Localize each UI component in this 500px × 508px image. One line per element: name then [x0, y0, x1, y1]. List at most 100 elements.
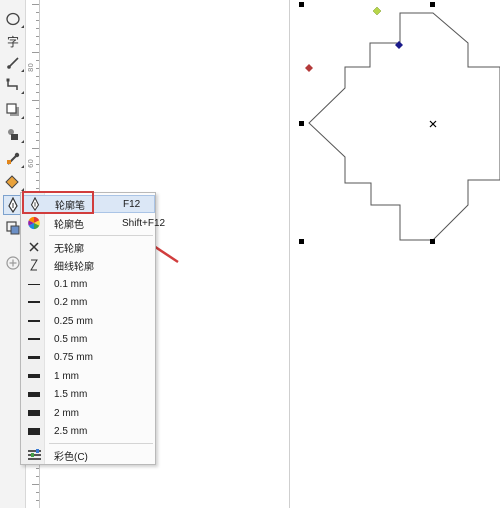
annotation-highlight-box — [22, 191, 94, 214]
ruler-tick — [36, 468, 39, 469]
menu-item-label: 0.2 mm — [54, 296, 88, 308]
text-tool[interactable]: 字 — [3, 31, 23, 51]
menu-item-label: 0.1 mm — [54, 278, 88, 290]
fill-icon — [5, 175, 19, 189]
node-handle[interactable] — [395, 41, 403, 49]
line-weight-icon — [28, 355, 40, 359]
ruler-tick — [36, 108, 39, 109]
ruler-tick — [36, 12, 39, 13]
menu-item-hairline-outline[interactable]: 细线轮廓 — [22, 256, 155, 274]
ruler-tick — [36, 164, 39, 165]
shadow-tool[interactable] — [3, 100, 24, 120]
eyedropper-tool[interactable] — [3, 149, 24, 169]
outline-flyout-menu: 轮廓笔 F12 轮廓色 Shift+F12 无轮廓 细线轮廓 0.1 mm 0.… — [20, 192, 165, 465]
line-weight-icon — [28, 337, 40, 341]
color-wheel-icon — [28, 216, 40, 230]
text-icon: 字 — [6, 34, 19, 49]
pen-nib-icon — [8, 197, 18, 213]
menu-item-label: 彩色(C) — [54, 451, 88, 463]
ruler-tick — [36, 76, 39, 77]
rotate-handle-green[interactable] — [372, 6, 382, 16]
menu-item-label: 0.25 mm — [54, 315, 93, 327]
ruler-tick — [36, 84, 39, 85]
menu-item-no-outline[interactable]: 无轮廓 — [22, 238, 155, 256]
ruler-tick — [36, 68, 39, 69]
ruler-tick — [32, 484, 39, 485]
ruler-tick — [36, 20, 39, 21]
color-bars-icon — [27, 449, 41, 460]
menu-item-weight-1mm[interactable]: 1 mm — [22, 367, 155, 385]
line-weight-icon — [28, 283, 40, 285]
ruler-tick — [36, 124, 39, 125]
menu-item-label: 细线轮廓 — [54, 261, 94, 273]
selected-shape[interactable] — [308, 12, 500, 241]
menu-item-weight-0-1mm[interactable]: 0.1 mm — [22, 275, 155, 293]
menu-item-label: 0.5 mm — [54, 333, 88, 345]
ellipse-icon — [6, 12, 20, 26]
line-weight-icon — [28, 427, 40, 435]
ruler-tick — [32, 148, 39, 149]
selection-handle-top-center[interactable] — [430, 2, 435, 7]
ruler-label: 60 — [27, 159, 35, 168]
menu-item-label: 2 mm — [54, 407, 79, 419]
line-weight-icon — [28, 374, 40, 378]
ruler-tick — [36, 92, 39, 93]
ruler-tick — [32, 100, 39, 101]
ruler-tick — [36, 116, 39, 117]
rotate-handle-red[interactable] — [305, 64, 313, 72]
selection-handle-bottom-left[interactable] — [299, 239, 304, 244]
line-weight-icon — [28, 301, 40, 303]
menu-item-label: 轮廓色 — [54, 219, 84, 231]
menu-item-weight-2mm[interactable]: 2 mm — [22, 404, 155, 422]
menu-item-label: 0.75 mm — [54, 351, 93, 363]
ruler-tick — [36, 156, 39, 157]
ruler-tick — [36, 180, 39, 181]
selection-handle-bottom-center[interactable] — [430, 239, 435, 244]
line-weight-icon — [28, 391, 40, 397]
hairline-icon — [30, 259, 38, 271]
menu-item-shortcut: Shift+F12 — [122, 217, 166, 229]
menu-separator — [49, 443, 153, 444]
menu-item-label: 2.5 mm — [54, 425, 88, 437]
interactive-fill-tool[interactable] — [3, 172, 24, 192]
menu-item-weight-0-25mm[interactable]: 0.25 mm — [22, 312, 155, 330]
ruler-tick — [36, 140, 39, 141]
menu-item-shortcut: F12 — [123, 198, 141, 210]
plus-circle-icon — [6, 256, 20, 270]
ruler-tick — [36, 60, 39, 61]
center-marker — [429, 120, 437, 128]
ruler-tick — [36, 500, 39, 501]
ellipse-tool[interactable] — [3, 9, 24, 29]
dimension-icon — [7, 57, 19, 69]
line-weight-icon — [28, 410, 40, 416]
connector-tool[interactable] — [3, 75, 24, 95]
ruler-label: 80 — [27, 63, 35, 72]
ruler-tick — [36, 172, 39, 173]
menu-item-weight-0-5mm[interactable]: 0.5 mm — [22, 330, 155, 348]
menu-item-outline-color[interactable]: 轮廓色 Shift+F12 — [22, 214, 165, 232]
ruler-tick — [36, 36, 39, 37]
ruler-tick — [36, 188, 39, 189]
menu-item-weight-1-5mm[interactable]: 1.5 mm — [22, 385, 155, 403]
connector-icon — [6, 78, 18, 90]
dimension-tool[interactable] — [3, 53, 24, 73]
shadow-icon — [6, 103, 19, 116]
menu-item-weight-0-2mm[interactable]: 0.2 mm — [22, 293, 155, 311]
ruler-tick — [36, 44, 39, 45]
menu-item-weight-0-75mm[interactable]: 0.75 mm — [22, 348, 155, 366]
eyedropper-icon — [7, 152, 20, 165]
ruler-tick — [36, 28, 39, 29]
ruler-tick — [36, 476, 39, 477]
ruler-tick — [36, 132, 39, 133]
x-icon — [29, 242, 39, 252]
menu-item-color[interactable]: 彩色(C) — [22, 446, 155, 464]
menu-item-weight-2-5mm[interactable]: 2.5 mm — [22, 422, 155, 440]
selection-handle-middle-left[interactable] — [299, 121, 304, 126]
transparency-tool[interactable] — [3, 124, 24, 144]
line-weight-icon — [28, 320, 40, 322]
ruler-tick — [32, 52, 39, 53]
selection-handle-top-left[interactable] — [299, 2, 304, 7]
ruler-tick — [36, 492, 39, 493]
ruler-tick — [32, 4, 39, 5]
menu-item-label: 1.5 mm — [54, 388, 88, 400]
